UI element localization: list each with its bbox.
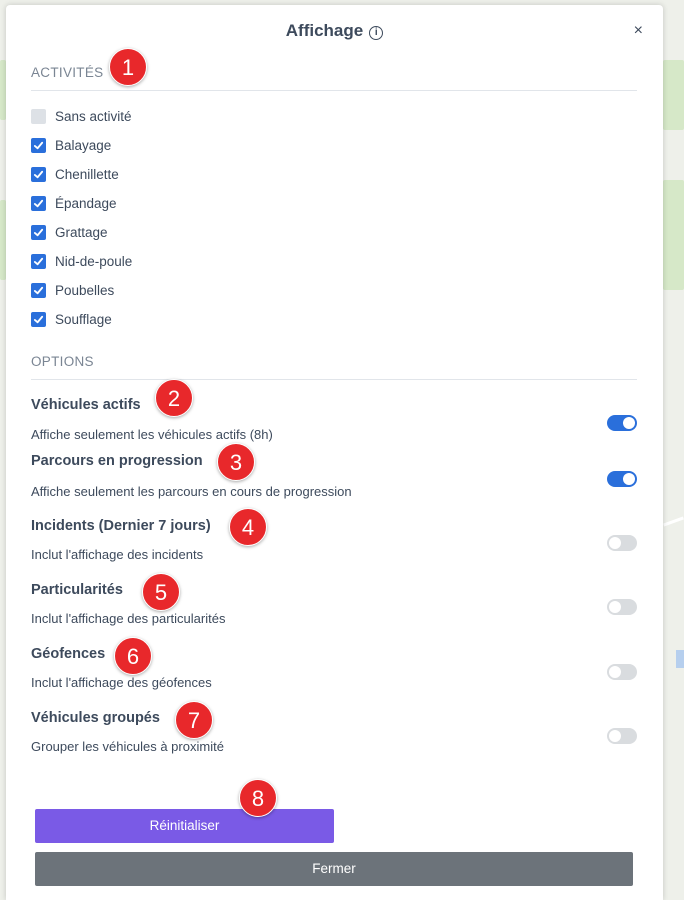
option-toggle-switch[interactable] — [607, 471, 637, 487]
activity-label: Poubelles — [55, 283, 115, 298]
activity-checkbox-row[interactable]: Soufflage — [31, 312, 112, 327]
option-toggle-switch[interactable] — [607, 415, 637, 431]
options-section-title: OPTIONS — [31, 354, 94, 369]
annotation-badge: 4 — [229, 508, 267, 546]
toggle-knob — [609, 601, 621, 613]
panel-header: Affichage i — [6, 21, 663, 41]
annotation-badge: 7 — [175, 701, 213, 739]
option-description: Affiche seulement les véhicules actifs (… — [31, 427, 273, 442]
activity-label: Balayage — [55, 138, 112, 153]
annotation-badge: 3 — [217, 443, 255, 481]
toggle-knob — [609, 537, 621, 549]
toggle-knob — [623, 417, 635, 429]
annotation-badge: 8 — [239, 779, 277, 817]
checkbox-checked-icon[interactable] — [31, 312, 46, 327]
activity-label: Sans activité — [55, 109, 132, 124]
toggle-knob — [609, 730, 621, 742]
option-toggle-switch[interactable] — [607, 664, 637, 680]
activity-checkbox-row[interactable]: Grattage — [31, 225, 108, 240]
option-title: Incidents (Dernier 7 jours) — [31, 518, 211, 534]
activity-label: Chenillette — [55, 167, 119, 182]
activity-label: Soufflage — [55, 312, 112, 327]
activity-checkbox-row[interactable]: Sans activité — [31, 109, 132, 124]
option-description: Inclut l'affichage des particularités — [31, 611, 226, 626]
activity-checkbox-row[interactable]: Nid-de-poule — [31, 254, 132, 269]
activity-label: Grattage — [55, 225, 108, 240]
option-toggle-switch[interactable] — [607, 535, 637, 551]
checkbox-checked-icon[interactable] — [31, 138, 46, 153]
annotation-badge: 2 — [155, 379, 193, 417]
option-description: Grouper les véhicules à proximité — [31, 739, 224, 754]
option-title: Particularités — [31, 582, 123, 598]
checkbox-checked-icon[interactable] — [31, 196, 46, 211]
options-divider — [31, 379, 637, 380]
activities-divider — [31, 90, 637, 91]
activity-checkbox-row[interactable]: Chenillette — [31, 167, 119, 182]
close-icon[interactable]: × — [634, 22, 643, 40]
display-settings-panel: Affichage i × ACTIVITÉS Sans activité Bala… — [6, 5, 663, 900]
option-toggle-switch[interactable] — [607, 728, 637, 744]
option-toggle-switch[interactable] — [607, 599, 637, 615]
activity-label: Nid-de-poule — [55, 254, 133, 269]
checkbox-checked-icon[interactable] — [31, 167, 46, 182]
toggle-knob — [609, 666, 621, 678]
activity-label: Épandage — [55, 196, 117, 211]
annotation-badge: 6 — [114, 637, 152, 675]
close-button[interactable]: Fermer — [35, 852, 633, 886]
option-description: Affiche seulement les parcours en cours … — [31, 484, 352, 499]
option-description: Inclut l'affichage des incidents — [31, 547, 204, 562]
option-title: Véhicules groupés — [31, 710, 160, 726]
checkbox-checked-icon[interactable] — [31, 254, 46, 269]
option-title: Parcours en progression — [31, 453, 203, 469]
activity-checkbox-row[interactable]: Poubelles — [31, 283, 114, 298]
panel-title: Affichage — [285, 21, 364, 40]
checkbox-unchecked-icon[interactable] — [31, 109, 46, 124]
option-description: Inclut l'affichage des géofences — [31, 675, 212, 690]
checkbox-checked-icon[interactable] — [31, 225, 46, 240]
activity-checkbox-row[interactable]: Balayage — [31, 138, 111, 153]
option-title: Géofences — [31, 646, 106, 662]
activities-section-title: ACTIVITÉS — [31, 65, 104, 80]
info-icon[interactable]: i — [369, 26, 384, 40]
activity-checkbox-row[interactable]: Épandage — [31, 196, 117, 211]
annotation-badge: 1 — [109, 48, 147, 86]
toggle-knob — [623, 473, 635, 485]
reset-button[interactable]: Réinitialiser — [35, 809, 334, 843]
annotation-badge: 5 — [142, 573, 180, 611]
option-title: Véhicules actifs — [31, 397, 141, 413]
checkbox-checked-icon[interactable] — [31, 283, 46, 298]
